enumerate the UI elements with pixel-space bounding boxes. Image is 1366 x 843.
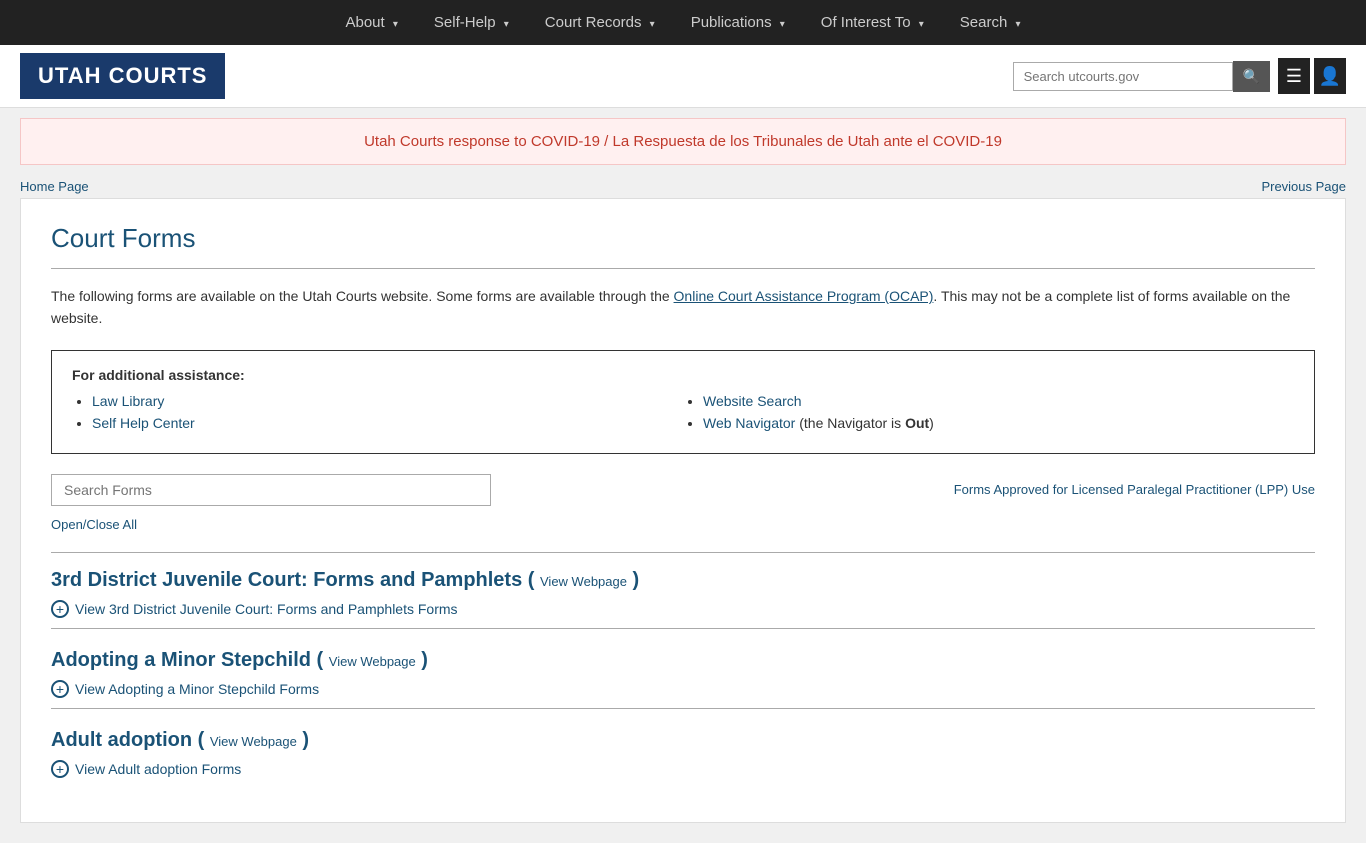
plus-circle-icon-2: +: [51, 680, 69, 698]
search-arrow-icon: ▾: [1015, 19, 1020, 30]
publications-arrow-icon: ▾: [780, 19, 785, 30]
law-library-link[interactable]: Law Library: [92, 393, 164, 409]
section-divider-3: [51, 708, 1315, 709]
view-forms-link-1[interactable]: + View 3rd District Juvenile Court: Form…: [51, 600, 1315, 618]
lpp-link[interactable]: Forms Approved for Licensed Paralegal Pr…: [954, 482, 1315, 497]
open-close-all-link[interactable]: Open/Close All: [51, 517, 137, 532]
header-icon-btn-2[interactable]: 👤: [1314, 58, 1346, 94]
nav-self-help[interactable]: Self-Help ▾: [416, 0, 527, 45]
ocap-link[interactable]: Online Court Assistance Program (OCAP): [674, 288, 934, 304]
form-category-title-3: Adult adoption ( View Webpage ): [51, 729, 1315, 752]
self-help-arrow-icon: ▾: [504, 19, 509, 30]
assistance-title: For additional assistance:: [72, 367, 1294, 383]
nav-court-records[interactable]: Court Records ▾: [527, 0, 673, 45]
assistance-links-right: Website Search Web Navigator (the Naviga…: [683, 393, 1294, 437]
assistance-box: For additional assistance: Law Library S…: [51, 350, 1315, 454]
nav-search[interactable]: Search ▾: [942, 0, 1039, 45]
page-title: Court Forms: [51, 223, 1315, 254]
plus-circle-icon-3: +: [51, 760, 69, 778]
header-search-button[interactable]: 🔍: [1233, 61, 1270, 92]
intro-text: The following forms are available on the…: [51, 285, 1315, 330]
website-search-link[interactable]: Website Search: [703, 393, 802, 409]
section-divider-2: [51, 628, 1315, 629]
header-search: 🔍: [1013, 61, 1270, 92]
header-right: 🔍 ☰ 👤: [1013, 58, 1346, 94]
main-content: Court Forms The following forms are avai…: [20, 198, 1346, 823]
view-webpage-link-1[interactable]: View Webpage: [540, 574, 627, 589]
header-icons: ☰ 👤: [1278, 58, 1346, 94]
section-divider-1: [51, 552, 1315, 553]
header-icon-btn-1[interactable]: ☰: [1278, 58, 1310, 94]
home-page-link[interactable]: Home Page: [20, 179, 89, 194]
nav-publications[interactable]: Publications ▾: [673, 0, 803, 45]
self-help-center-link[interactable]: Self Help Center: [92, 415, 195, 431]
view-forms-link-2[interactable]: + View Adopting a Minor Stepchild Forms: [51, 680, 1315, 698]
site-logo: UTAH COURTS: [20, 53, 225, 99]
view-forms-link-3[interactable]: + View Adult adoption Forms: [51, 760, 1315, 778]
covid-banner: Utah Courts response to COVID-19 / La Re…: [20, 118, 1346, 165]
search-icon: 🔍: [1243, 68, 1260, 84]
nav-about[interactable]: About ▾: [327, 0, 415, 45]
previous-page-link[interactable]: Previous Page: [1261, 179, 1346, 194]
menu-icon: ☰: [1286, 66, 1302, 87]
covid-banner-link[interactable]: Utah Courts response to COVID-19 / La Re…: [364, 133, 1002, 150]
forms-controls: Forms Approved for Licensed Paralegal Pr…: [51, 474, 1315, 506]
form-category-title-1: 3rd District Juvenile Court: Forms and P…: [51, 569, 1315, 592]
form-category-title-2: Adopting a Minor Stepchild ( View Webpag…: [51, 649, 1315, 672]
about-arrow-icon: ▾: [393, 19, 398, 30]
header-search-input[interactable]: [1013, 62, 1233, 91]
view-webpage-link-2[interactable]: View Webpage: [329, 654, 416, 669]
assistance-links-left: Law Library Self Help Center: [72, 393, 683, 437]
nav-of-interest-to[interactable]: Of Interest To ▾: [803, 0, 942, 45]
web-navigator-link[interactable]: Web Navigator: [703, 415, 795, 431]
plus-circle-icon-1: +: [51, 600, 69, 618]
form-category-2: Adopting a Minor Stepchild ( View Webpag…: [51, 649, 1315, 709]
site-header: UTAH COURTS 🔍 ☰ 👤: [0, 45, 1366, 108]
title-divider: [51, 268, 1315, 269]
user-icon: 👤: [1319, 66, 1341, 87]
form-category-1: 3rd District Juvenile Court: Forms and P…: [51, 569, 1315, 629]
view-webpage-link-3[interactable]: View Webpage: [210, 734, 297, 749]
search-forms-input[interactable]: [51, 474, 491, 506]
top-nav: About ▾ Self-Help ▾ Court Records ▾ Publ…: [0, 0, 1366, 45]
breadcrumb: Home Page Previous Page: [0, 175, 1366, 198]
court-records-arrow-icon: ▾: [650, 19, 655, 30]
navigator-note: (the Navigator is Out): [799, 415, 934, 431]
assistance-links: Law Library Self Help Center Website Sea…: [72, 393, 1294, 437]
of-interest-to-arrow-icon: ▾: [919, 19, 924, 30]
form-category-3: Adult adoption ( View Webpage ) + View A…: [51, 729, 1315, 778]
